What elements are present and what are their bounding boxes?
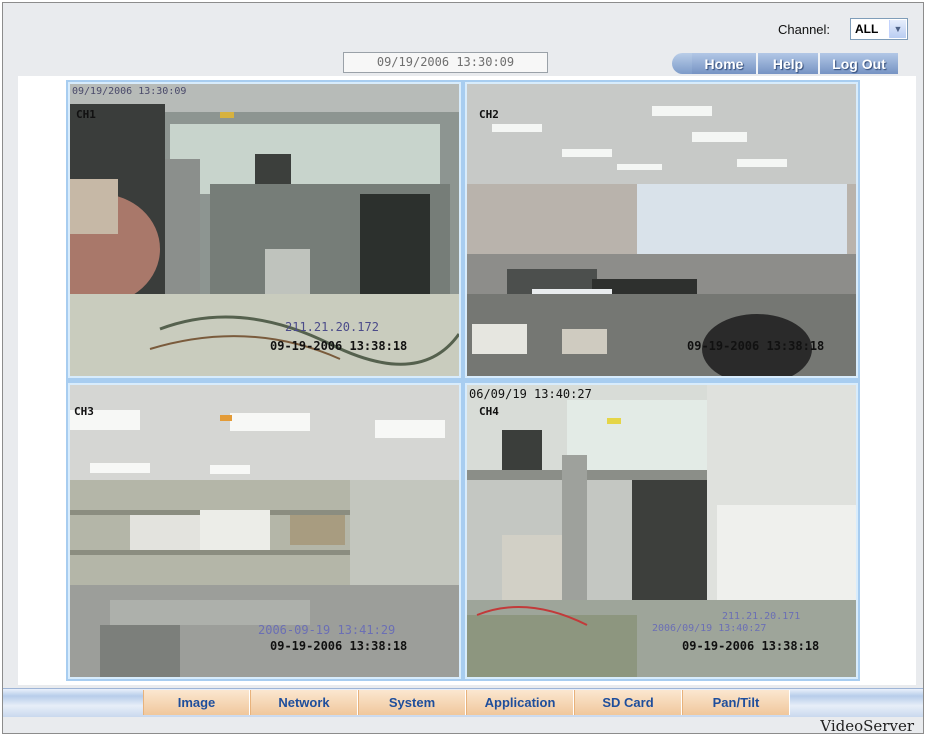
datetime-display: 09/19/2006 13:30:09 xyxy=(343,52,548,73)
tab-pan-tilt[interactable]: Pan/Tilt xyxy=(682,690,790,715)
camera-timestamp-ch2: 09-19-2006 13:38:18 xyxy=(687,339,825,353)
bottom-tabs: Image Network System Application SD Card… xyxy=(143,690,790,715)
camera-view-ch3[interactable]: CH3 2006-09-19 13:41:29 09-19-2006 13:38… xyxy=(68,383,461,679)
channel-select-value: ALL xyxy=(855,22,879,36)
camera-label-ch3: CH3 xyxy=(74,405,94,418)
channel-label: Channel: xyxy=(778,22,831,37)
help-button[interactable]: Help xyxy=(756,53,818,74)
top-nav: Home Help Log Out xyxy=(672,53,912,74)
tab-sd-card[interactable]: SD Card xyxy=(574,690,682,715)
channel-select[interactable]: ALL ▼ xyxy=(850,18,908,40)
camera-view-ch4[interactable]: 06/09/19 13:40:27 CH4 211.21.20.171 2006… xyxy=(465,383,858,679)
camera-timestamp-ch1: 09-19-2006 13:38:18 xyxy=(270,339,408,353)
camera-overlay-ip2-ch4: 2006/09/19 13:40:27 xyxy=(652,623,767,634)
camera-overlay-ip-ch3: 2006-09-19 13:41:29 xyxy=(258,623,396,637)
brand-label: VideoServer xyxy=(820,717,914,735)
camera-feed-ch2 xyxy=(467,84,856,376)
camera-overlay-ip-ch1: 211.21.20.172 xyxy=(285,320,379,334)
tab-network[interactable]: Network xyxy=(250,690,358,715)
camera-feed-ch1 xyxy=(70,84,459,376)
camera-label-ch2: CH2 xyxy=(479,108,499,121)
chevron-down-icon[interactable]: ▼ xyxy=(889,20,906,38)
home-button[interactable]: Home xyxy=(692,53,756,74)
tab-system[interactable]: System xyxy=(358,690,466,715)
camera-view-ch2[interactable]: CH2 09-19-2006 13:38:18 xyxy=(465,82,858,378)
tab-application[interactable]: Application xyxy=(466,690,574,715)
camera-grid: 09/19/2006 13:30:09 CH1 211.21.20.172 09… xyxy=(66,80,860,681)
camera-overlay-top-ch4: 06/09/19 13:40:27 xyxy=(469,387,592,401)
top-nav-cap xyxy=(672,53,692,74)
camera-overlay-top-ch1: 09/19/2006 13:30:09 xyxy=(72,86,187,97)
camera-label-ch1: CH1 xyxy=(76,108,96,121)
camera-view-ch1[interactable]: 09/19/2006 13:30:09 CH1 211.21.20.172 09… xyxy=(68,82,461,378)
tab-image[interactable]: Image xyxy=(143,690,250,715)
camera-timestamp-ch4: 09-19-2006 13:38:18 xyxy=(682,639,820,653)
main-panel: 09/19/2006 13:30:09 CH1 211.21.20.172 09… xyxy=(18,76,916,685)
camera-label-ch4: CH4 xyxy=(479,405,499,418)
logout-button[interactable]: Log Out xyxy=(818,53,898,74)
camera-overlay-ip-ch4: 211.21.20.171 xyxy=(722,611,801,622)
camera-timestamp-ch3: 09-19-2006 13:38:18 xyxy=(270,639,408,653)
